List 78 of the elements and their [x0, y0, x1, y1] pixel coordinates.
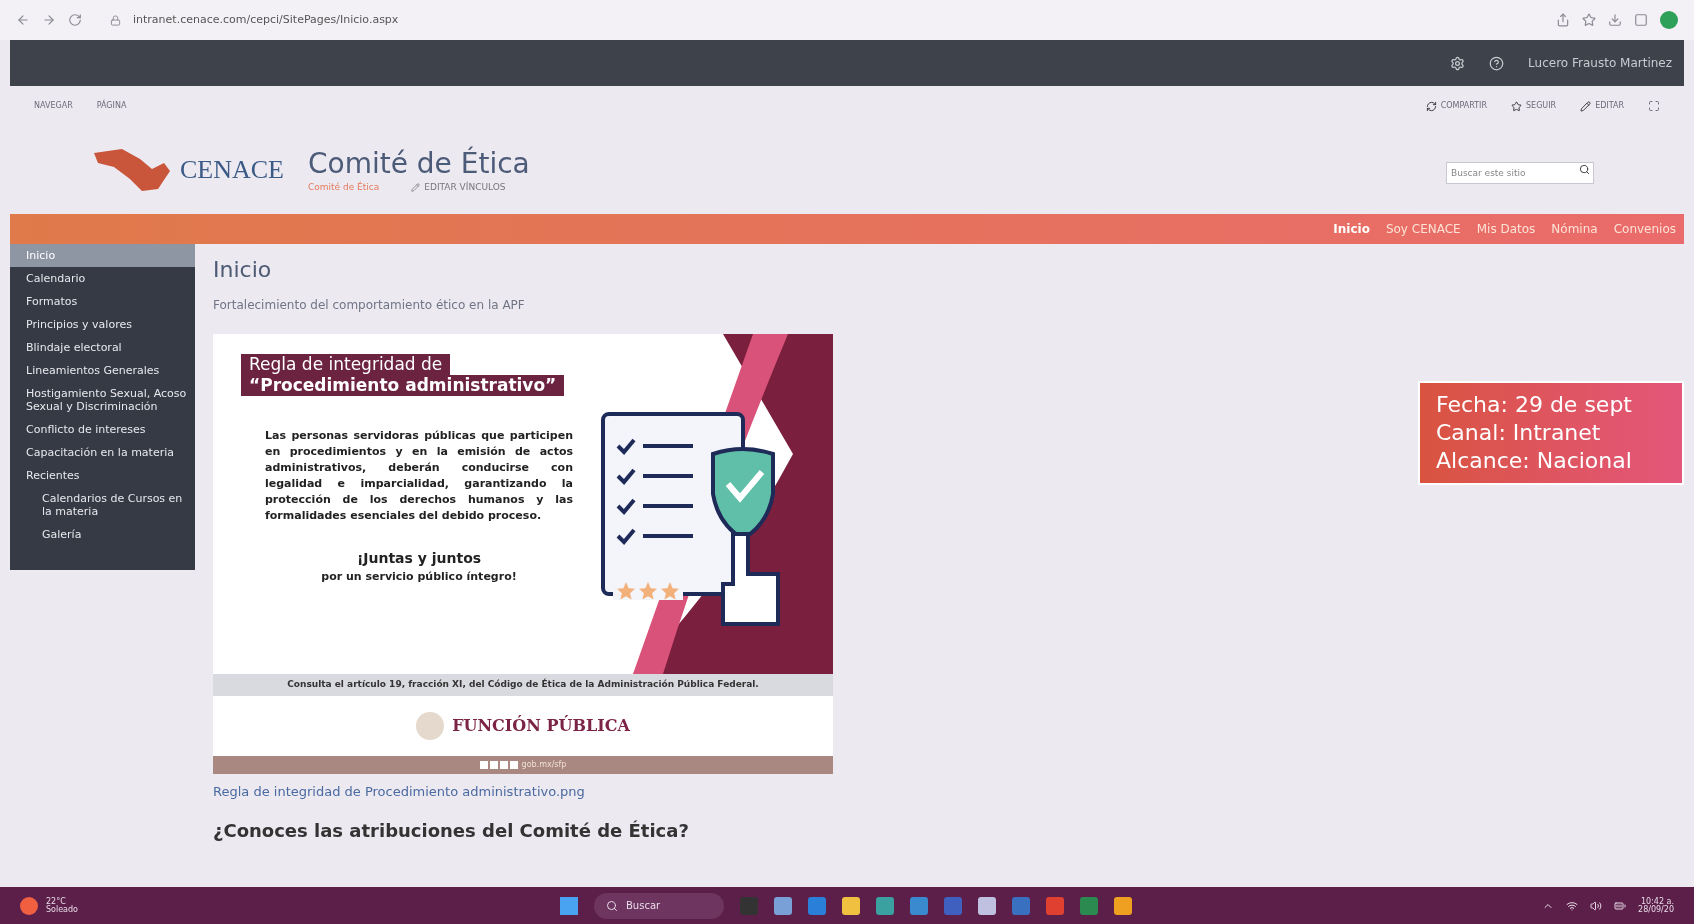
map-logo-icon: [92, 147, 172, 193]
sidebar-item[interactable]: Blindaje electoral: [10, 336, 195, 359]
sidebar-item[interactable]: Galería: [10, 523, 195, 546]
ribbon-action[interactable]: SEGUIR: [1511, 100, 1557, 112]
website-text: gob.mx/sfp: [521, 758, 567, 771]
start-icon[interactable]: [560, 896, 578, 915]
taskbar-app-icon[interactable]: [774, 896, 792, 915]
focus-icon[interactable]: [1648, 100, 1660, 112]
taskbar-app-icon[interactable]: [978, 896, 996, 915]
ribbon-tab[interactable]: PÁGINA: [96, 100, 127, 112]
help-icon[interactable]: [1489, 55, 1505, 71]
reload-icon[interactable]: [68, 13, 82, 27]
page-title: Inicio: [213, 256, 273, 284]
user-name[interactable]: Lucero Frausto Martinez: [1528, 54, 1672, 72]
poster-slogan: ¡Juntas y juntos: [356, 549, 482, 568]
refresh-icon: [1425, 100, 1437, 112]
star-icon: [639, 581, 657, 600]
sidebar-item[interactable]: Recientes: [10, 464, 195, 487]
poster-heading: Regla de integridad de: [241, 353, 451, 375]
social-icons-drawing: [479, 760, 518, 769]
sidebar-item[interactable]: Calendario: [10, 267, 195, 290]
poster-heading: “Procedimiento administrativo”: [241, 374, 565, 396]
search-field[interactable]: Buscar este sitio: [1446, 162, 1594, 184]
info-line: Canal: Intranet: [1436, 419, 1602, 447]
weather-condition: Soleado: [46, 905, 78, 914]
page-subtitle: Fortalecimiento del comportamiento ético en la APF: [213, 296, 526, 314]
forward-icon[interactable]: [42, 13, 56, 27]
site-title: Comité de Ética: [308, 145, 530, 181]
pencil-icon: [411, 183, 421, 192]
taskbar-app-icon[interactable]: [876, 896, 894, 915]
star-icon: [1511, 100, 1522, 112]
logo-text: CENACE: [180, 157, 284, 183]
ribbon-action[interactable]: EDITAR: [1580, 100, 1624, 112]
image-caption-link[interactable]: Regla de integridad de Procedimiento administrativo.png: [213, 781, 1684, 801]
bookmark-icon[interactable]: [1582, 13, 1596, 27]
clock-date[interactable]: 28/09/20: [1638, 905, 1674, 914]
taskbar-app-icon[interactable]: [910, 896, 928, 915]
seal-icon: [416, 711, 445, 740]
sidebar-item[interactable]: Calendarios de Cursos en la materia: [10, 487, 195, 523]
ribbon-tab[interactable]: NAVEGAR: [34, 100, 73, 112]
wifi-icon[interactable]: [1566, 899, 1579, 912]
sidebar-item[interactable]: Lineamientos Generales: [10, 359, 195, 382]
clock-time[interactable]: 10:42 a.: [1640, 897, 1674, 906]
search-icon: [606, 899, 618, 912]
sidebar-item[interactable]: Conflicto de intereses: [10, 418, 195, 441]
taskbar-app-icon[interactable]: [1114, 896, 1132, 915]
battery-icon[interactable]: [1614, 899, 1627, 912]
settings-icon[interactable]: [1450, 55, 1466, 71]
taskbar-app-icon[interactable]: [808, 896, 826, 915]
poster-slogan: por un servicio público íntegro!: [321, 569, 517, 585]
brand-text: FUNCIÓN PÚBLICA: [452, 714, 630, 737]
share-icon[interactable]: [1556, 13, 1570, 27]
edit-links-link[interactable]: EDITAR VÍNCULOS: [411, 180, 506, 195]
info-line: Alcance: Nacional: [1436, 447, 1633, 475]
profile-avatar[interactable]: [1660, 11, 1678, 29]
weather-icon[interactable]: [20, 896, 38, 915]
search-icon[interactable]: [1579, 164, 1590, 175]
info-line: Fecha: 29 de sept: [1436, 391, 1633, 419]
download-icon[interactable]: [1608, 13, 1622, 27]
address-bar[interactable]: intranet.cenace.com/cepci/SitePages/Inicio.aspx: [133, 11, 399, 29]
sidebar-item[interactable]: Formatos: [10, 290, 195, 313]
panel-icon[interactable]: [1634, 13, 1648, 27]
volume-icon[interactable]: [1590, 899, 1603, 912]
pencil-icon: [1580, 100, 1592, 112]
taskbar-app-icon[interactable]: [842, 896, 860, 915]
poster-text: Las personas servidoras públicas que participen en procedimientos y en la emisión de actos administrativos, deberán conducirse con legalidad e imparcialidad, garantizando la protección de los derechos humanos y las formalidades esenciales del debido proceso.: [265, 428, 573, 524]
back-icon[interactable]: [16, 13, 30, 27]
star-icon: [617, 581, 635, 600]
sidebar-item[interactable]: Principios y valores: [10, 313, 195, 336]
weather-temp: 22°C: [46, 897, 66, 906]
star-icon: [661, 581, 679, 600]
taskbar-search[interactable]: Buscar: [594, 892, 724, 919]
lock-icon: [110, 14, 121, 26]
poster-footnote: Consulta el artículo 19, fracción XI, del Código de Ética de la Administración Pública Federal.: [213, 674, 833, 696]
ribbon-action[interactable]: COMPARTIR: [1425, 100, 1487, 112]
section-heading: ¿Conoces las atribuciones del Comité de Ética?: [213, 819, 690, 843]
sidebar-item[interactable]: Capacitación en la materia: [10, 441, 195, 464]
sidebar-item[interactable]: Hostigamiento Sexual, Acoso Sexual y Discriminación: [10, 382, 195, 418]
